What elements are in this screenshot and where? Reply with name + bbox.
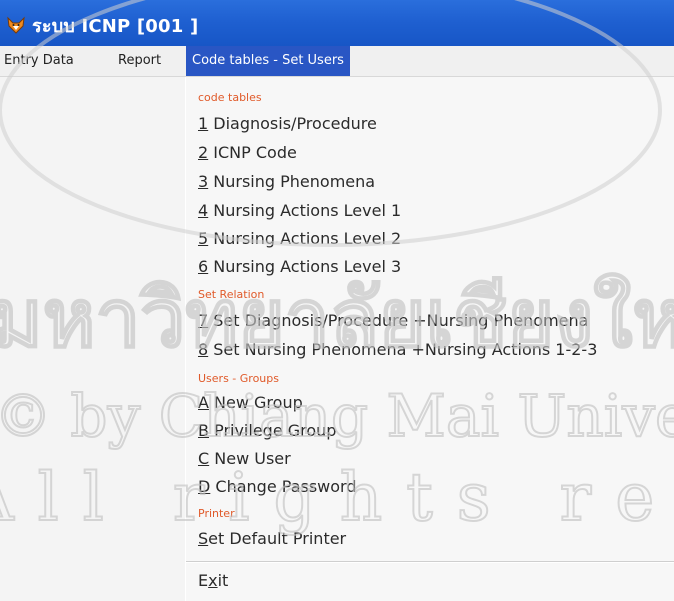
accel-key: 7 [198,311,209,330]
fox-icon [7,16,25,34]
window-title: ระบบ ICNP [001 ] [32,15,199,37]
menu-bar: Entry Data Report Code tables - Set User… [0,46,674,77]
accel-key: 8 [198,340,209,359]
menu-code-tables-set-users[interactable]: Code tables - Set Users [186,46,350,76]
accel-key: 2 [198,143,209,162]
menu-item-label: Change Password [210,477,357,496]
menu-entry-data[interactable]: Entry Data [4,46,74,76]
menu-item-label: et Default Printer [208,529,347,548]
accel-key: 5 [198,229,209,248]
section-heading-set-relation: Set Relation [198,288,265,301]
exit-suffix: it [217,571,229,590]
menu-item-diagnosis-procedure[interactable]: 1 Diagnosis/Procedure [198,114,377,133]
accel-key: C [198,449,210,468]
menu-item-nursing-actions-level-1[interactable]: 4 Nursing Actions Level 1 [198,201,401,220]
menu-item-label: New User [209,449,291,468]
left-pane [0,77,186,601]
accel-key: D [198,477,211,496]
section-heading-printer: Printer [198,507,235,520]
menu-item-set-phenomena-nursing-actions[interactable]: 8 Set Nursing Phenomena +Nursing Actions… [198,340,597,359]
menu-item-label: New Group [208,393,303,412]
title-bar[interactable]: ระบบ ICNP [001 ] [0,0,674,46]
exit-prefix: E [198,571,209,590]
accel-key: x [208,571,218,590]
menu-item-nursing-actions-level-2[interactable]: 5 Nursing Actions Level 2 [198,229,401,248]
menu-separator [186,561,674,563]
accel-key: B [198,421,209,440]
menu-item-nursing-phenomena[interactable]: 3 Nursing Phenomena [198,172,375,191]
accel-key: 3 [198,172,209,191]
menu-item-new-user[interactable]: C New User [198,449,291,468]
menu-item-label: Set Nursing Phenomena +Nursing Actions 1… [208,340,598,359]
accel-key: S [198,529,209,548]
accel-key: 1 [198,114,209,133]
menu-item-label: ICNP Code [208,143,297,162]
app-window: ระบบ ICNP [001 ] Entry Data Report Code … [0,0,674,601]
menu-item-change-password[interactable]: D Change Password [198,477,357,496]
menu-item-privilege-group[interactable]: B Privilege Group [198,421,336,440]
menu-item-label: Nursing Actions Level 2 [208,229,402,248]
menu-item-label: Nursing Phenomena [208,172,376,191]
menu-item-nursing-actions-level-3[interactable]: 6 Nursing Actions Level 3 [198,257,401,276]
accel-key: A [198,393,209,412]
menu-report[interactable]: Report [118,46,161,76]
section-heading-code-tables: code tables [198,91,262,104]
menu-item-label: Nursing Actions Level 1 [208,201,402,220]
menu-item-exit[interactable]: Exit [198,571,228,590]
menu-item-label: Diagnosis/Procedure [208,114,377,133]
menu-item-new-group[interactable]: A New Group [198,393,303,412]
code-tables-dropdown: code tables 1 Diagnosis/Procedure 2 ICNP… [185,77,674,601]
menu-item-set-default-printer[interactable]: Set Default Printer [198,529,346,548]
menu-item-icnp-code[interactable]: 2 ICNP Code [198,143,297,162]
accel-key: 4 [198,201,209,220]
menu-item-label: Set Diagnosis/Procedure +Nursing Phenome… [208,311,589,330]
accel-key: 6 [198,257,209,276]
section-heading-users-groups: Users - Groups [198,372,279,385]
menu-item-label: Privilege Group [208,421,337,440]
menu-item-set-diagnosis-nursing-phenomena[interactable]: 7 Set Diagnosis/Procedure +Nursing Pheno… [198,311,588,330]
menu-item-label: Nursing Actions Level 3 [208,257,402,276]
